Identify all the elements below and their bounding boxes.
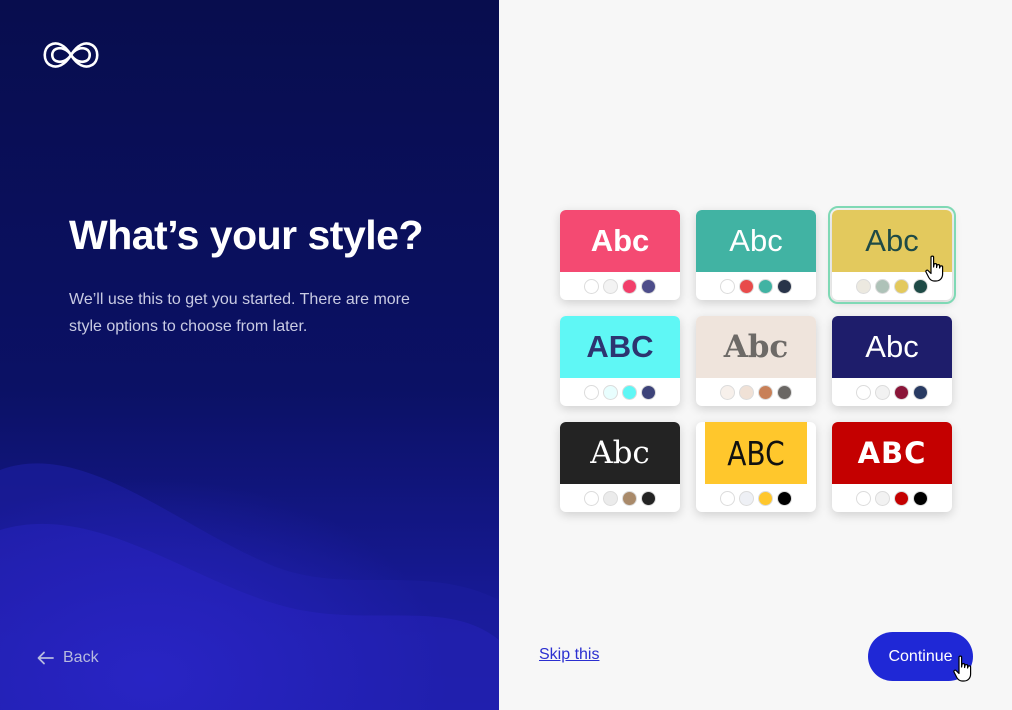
style-card[interactable]: ABC <box>832 422 952 512</box>
color-dot <box>856 384 871 400</box>
color-dot <box>777 490 792 506</box>
color-dot <box>777 384 792 400</box>
color-dot <box>758 278 773 294</box>
color-dot <box>856 278 871 294</box>
style-preview: ABC <box>705 422 807 484</box>
back-label: Back <box>63 649 99 666</box>
color-palette <box>832 272 952 300</box>
style-card[interactable]: Abc <box>560 422 680 512</box>
color-dot <box>603 278 618 294</box>
color-dot <box>584 278 599 294</box>
style-preview: Abc <box>696 210 816 272</box>
color-dot <box>584 384 599 400</box>
color-dot <box>913 384 928 400</box>
color-palette <box>560 272 680 300</box>
style-card[interactable]: ABC <box>696 422 816 512</box>
color-dot <box>894 278 909 294</box>
infinity-logo-icon <box>43 42 99 68</box>
color-dot <box>739 278 754 294</box>
color-dot <box>739 384 754 400</box>
color-palette <box>696 378 816 406</box>
style-card[interactable]: Abc <box>560 210 680 300</box>
style-card[interactable]: Abc <box>828 206 956 304</box>
color-palette <box>832 484 952 512</box>
continue-button[interactable]: Continue <box>868 632 973 681</box>
style-preview: Abc <box>696 316 816 378</box>
style-preview: ABC <box>560 316 680 378</box>
style-preview: ABC <box>832 422 952 484</box>
style-preview: Abc <box>832 316 952 378</box>
color-dot <box>758 490 773 506</box>
color-dot <box>622 278 637 294</box>
color-dot <box>739 490 754 506</box>
color-dot <box>720 490 735 506</box>
style-card[interactable]: Abc <box>832 316 952 406</box>
color-dot <box>777 278 792 294</box>
back-button[interactable]: Back <box>37 647 99 669</box>
color-dot <box>720 278 735 294</box>
color-dot <box>913 278 928 294</box>
left-panel: What’s your style? We’ll use this to get… <box>0 0 499 710</box>
color-palette <box>560 484 680 512</box>
color-dot <box>894 490 909 506</box>
color-dot <box>641 278 656 294</box>
color-dot <box>894 384 909 400</box>
color-dot <box>641 384 656 400</box>
style-card[interactable]: ABC <box>560 316 680 406</box>
style-preview: Abc <box>560 210 680 272</box>
color-dot <box>584 490 599 506</box>
color-dot <box>875 384 890 400</box>
color-palette <box>696 272 816 300</box>
color-dot <box>875 490 890 506</box>
color-palette <box>560 378 680 406</box>
color-dot <box>641 490 656 506</box>
style-card[interactable]: Abc <box>696 316 816 406</box>
color-dot <box>875 278 890 294</box>
background-wave <box>0 0 499 710</box>
color-dot <box>622 384 637 400</box>
color-dot <box>758 384 773 400</box>
color-dot <box>720 384 735 400</box>
style-grid: Abc Abc Abc ABC Abc Abc Abc ABC ABC <box>560 206 956 512</box>
style-preview: Abc <box>560 422 680 484</box>
color-dot <box>913 490 928 506</box>
color-dot <box>603 384 618 400</box>
skip-link[interactable]: Skip this <box>539 646 599 664</box>
color-palette <box>832 378 952 406</box>
color-palette <box>696 484 816 512</box>
color-dot <box>856 490 871 506</box>
color-dot <box>622 490 637 506</box>
page-subtitle: We’ll use this to get you started. There… <box>69 291 410 335</box>
page-title: What’s your style? <box>69 212 424 258</box>
style-card[interactable]: Abc <box>696 210 816 300</box>
style-preview: Abc <box>832 210 952 272</box>
arrow-left-icon <box>37 651 54 665</box>
color-dot <box>603 490 618 506</box>
